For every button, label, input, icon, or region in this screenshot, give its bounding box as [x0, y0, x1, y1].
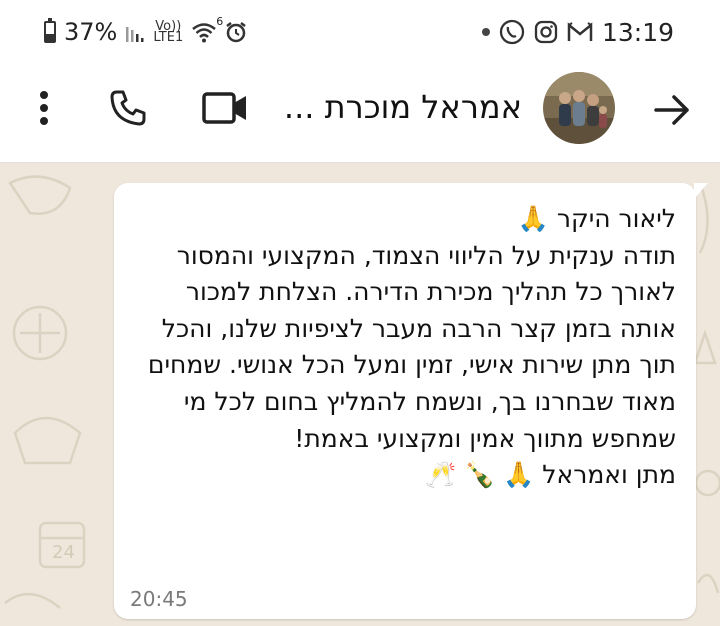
- avatar[interactable]: [543, 72, 615, 144]
- more-vert-icon[interactable]: [28, 88, 60, 128]
- status-left: 37% Vo)) LTE1 6: [44, 15, 247, 46]
- message-text: ליאור היקר 🙏 תודה ענקית על הליווי הצמוד,…: [147, 204, 676, 490]
- message-bubble[interactable]: ליאור היקר 🙏 תודה ענקית על הליווי הצמוד,…: [114, 183, 708, 619]
- phone-icon[interactable]: [106, 86, 150, 130]
- whatsapp-icon: [499, 19, 525, 45]
- gmail-icon: [567, 22, 593, 41]
- wifi-badge: 6: [216, 15, 224, 28]
- wifi-icon: 6: [191, 15, 223, 43]
- calendar-doodle-number: 24: [52, 542, 75, 563]
- contact-name[interactable]: אמראל מוכרת ...: [284, 88, 522, 126]
- battery-percent: 37%: [64, 18, 118, 46]
- back-arrow-icon[interactable]: [650, 90, 694, 130]
- alarm-icon: [226, 22, 246, 43]
- status-bar: 37% Vo)) LTE1 6 13:19: [0, 0, 720, 62]
- message-time: 20:45: [130, 587, 188, 611]
- network-type: Vo)) LTE1: [153, 19, 184, 45]
- clock: 13:19: [601, 17, 674, 47]
- video-icon[interactable]: [200, 88, 250, 128]
- notification-dot: [481, 28, 490, 36]
- status-right: 13:19: [481, 16, 674, 48]
- signal-icon: [126, 27, 144, 42]
- instagram-icon: [534, 20, 558, 44]
- battery-icon: [44, 18, 56, 43]
